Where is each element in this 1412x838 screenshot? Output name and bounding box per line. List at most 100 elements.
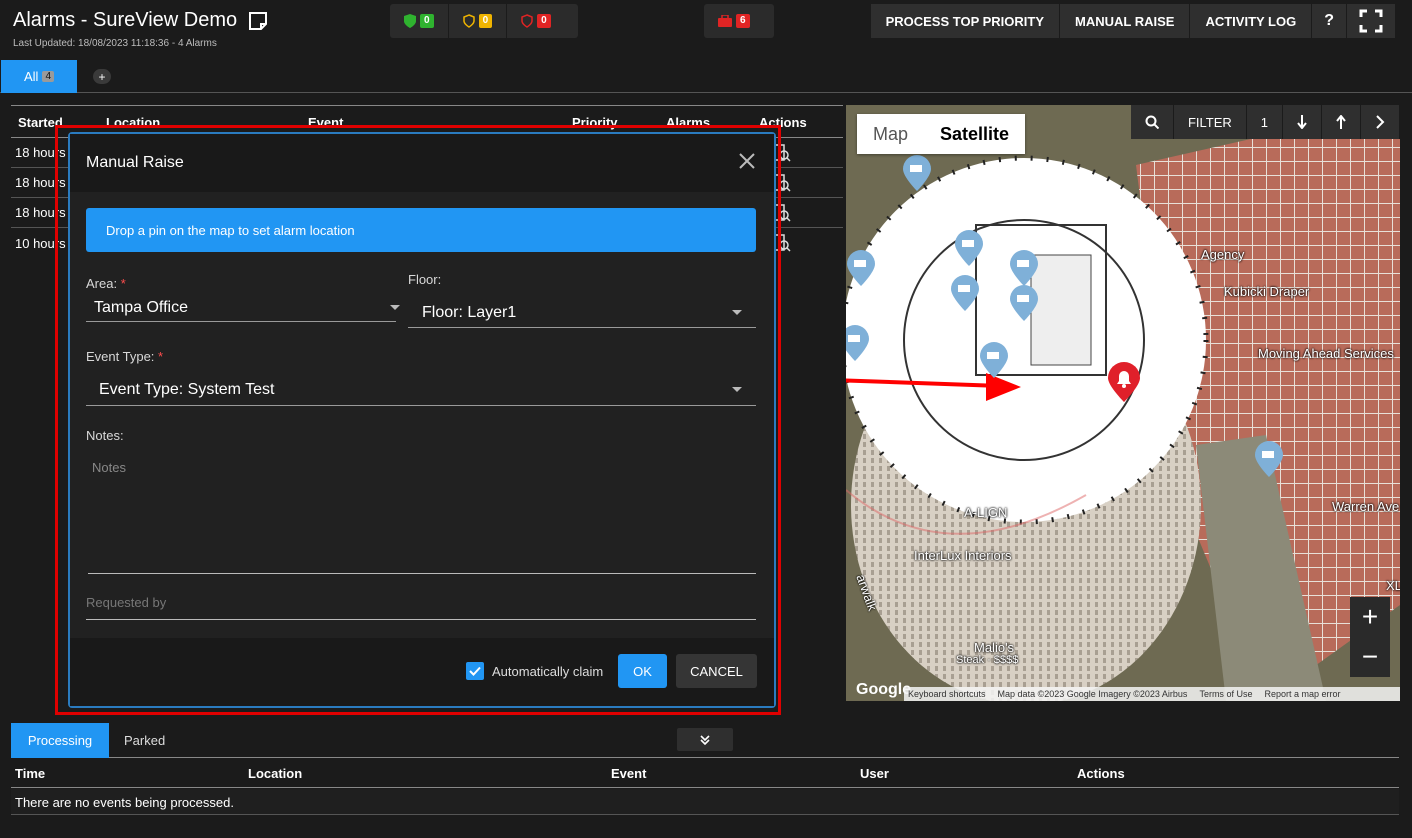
satellite-map[interactable]: Map Satellite FILTER 1 Agency Kubicki Dr…	[846, 105, 1400, 701]
pin-arrow	[846, 373, 1021, 401]
poi-label: Moving Ahead Services	[1258, 346, 1394, 361]
ok-button[interactable]: OK	[618, 654, 667, 688]
top-toolbar: PROCESS TOP PRIORITY MANUAL RAISE ACTIVI…	[870, 4, 1396, 38]
camera-pin-icon[interactable]	[846, 325, 870, 361]
alarm-count: 6	[736, 14, 750, 28]
camera-pin-icon[interactable]	[950, 275, 980, 311]
camera-pin-icon[interactable]	[846, 250, 876, 286]
col-actions: Actions	[1077, 766, 1125, 781]
pin-instruction-banner: Drop a pin on the map to set alarm locat…	[86, 208, 756, 252]
event-type-label: Event Type: *	[86, 349, 164, 364]
poi-label: Agency	[1201, 247, 1245, 262]
poi-label: XL	[1386, 578, 1400, 593]
alarm-tabs: All 4 +	[0, 60, 1412, 93]
search-icon	[1145, 115, 1159, 129]
camera-pin-icon[interactable]	[979, 342, 1009, 378]
poi-label: Warren Ave	[1332, 499, 1400, 514]
manual-raise-dialog: Manual Raise Drop a pin on the map to se…	[68, 132, 776, 708]
activity-log-button[interactable]: ACTIVITY LOG	[1190, 4, 1313, 38]
secure-status[interactable]: 0	[390, 4, 449, 38]
poi-label: Kubicki Draper	[1224, 284, 1310, 299]
floor-select[interactable]: Floor: Layer1	[408, 298, 756, 328]
floor-down-button[interactable]	[1283, 105, 1322, 139]
map-attribution: Keyboard shortcuts Map data ©2023 Google…	[904, 687, 1400, 701]
collapse-panel-button[interactable]	[677, 728, 733, 751]
notes-label: Notes:	[86, 428, 124, 443]
auto-claim-checkbox[interactable]: Automatically claim	[466, 662, 603, 680]
fullscreen-button[interactable]	[1347, 4, 1396, 38]
tab-all[interactable]: All 4	[1, 60, 77, 93]
camera-pin-icon[interactable]	[1009, 250, 1039, 286]
floor-value: Floor: Layer1	[422, 303, 517, 321]
chevron-down-icon	[732, 310, 742, 315]
poi-label: Steak · $$$$	[956, 654, 1019, 666]
shield-green-icon	[404, 14, 416, 28]
cancel-button[interactable]: CANCEL	[676, 654, 757, 688]
notes-textarea[interactable]: Notes	[88, 452, 756, 574]
alarm-pin-icon[interactable]	[1106, 362, 1142, 402]
col-user: User	[860, 766, 889, 781]
app-title: Alarms - SureView Demo	[13, 9, 269, 32]
terms-link[interactable]: Terms of Use	[1199, 689, 1252, 699]
col-time: Time	[15, 766, 46, 781]
requested-by-input[interactable]: Requested by	[86, 586, 756, 620]
map-next-button[interactable]	[1361, 105, 1400, 139]
camera-pin-icon[interactable]	[954, 230, 984, 266]
map-toolbar: FILTER 1	[1130, 105, 1400, 139]
area-value: Tampa Office	[94, 298, 188, 316]
dialog-title: Manual Raise	[70, 134, 774, 192]
map-type-satellite[interactable]: Satellite	[924, 114, 1025, 154]
keyboard-shortcuts-link[interactable]: Keyboard shortcuts	[908, 689, 986, 699]
tab-parked[interactable]: Parked	[124, 733, 165, 748]
floor-up-button[interactable]	[1322, 105, 1361, 139]
processing-table-header: Time Location Event User Actions	[11, 760, 1399, 788]
tab-all-count: 4	[42, 71, 54, 82]
page-title: Alarms - SureView Demo	[13, 9, 238, 31]
help-button[interactable]: ?	[1312, 4, 1347, 38]
last-updated-text: Last Updated: 18/08/2023 11:18:36 - 4 Al…	[13, 38, 217, 49]
area-select[interactable]: Tampa Office	[86, 294, 400, 322]
chevron-right-icon	[1376, 115, 1385, 129]
camera-pin-icon[interactable]	[1254, 441, 1284, 477]
camera-pin-icon[interactable]	[902, 155, 932, 191]
processing-tabs: Processing Parked	[11, 723, 1399, 758]
map-type-toggle: Map Satellite	[857, 114, 1026, 154]
map-type-map[interactable]: Map	[857, 114, 924, 154]
manual-raise-button[interactable]: MANUAL RAISE	[1060, 4, 1191, 38]
map-filter-button[interactable]: FILTER	[1173, 105, 1247, 139]
process-top-priority-button[interactable]: PROCESS TOP PRIORITY	[870, 4, 1061, 38]
camera-pin-icon[interactable]	[1009, 285, 1039, 321]
col-location: Location	[248, 766, 303, 781]
checkbox-checked-icon	[466, 662, 484, 680]
status-summary: 0 0 0	[390, 4, 578, 38]
col-event: Event	[611, 766, 647, 781]
report-error-link[interactable]: Report a map error	[1264, 689, 1340, 699]
alarm-counter[interactable]: 6	[704, 4, 774, 38]
event-type-select[interactable]: Event Type: System Test	[86, 374, 756, 406]
close-icon[interactable]	[738, 152, 756, 170]
arrow-up-icon	[1336, 115, 1346, 129]
dialog-footer: Automatically claim OK CANCEL	[70, 638, 774, 706]
secure-count: 0	[420, 14, 434, 28]
floor-label: Floor:	[408, 272, 442, 287]
danger-status[interactable]: 0	[507, 4, 565, 38]
shield-warning-icon	[462, 14, 475, 28]
shield-danger-icon	[521, 14, 533, 28]
double-chevron-down-icon	[700, 734, 710, 745]
map-filter-count: 1	[1246, 105, 1283, 139]
empty-state-text: There are no events being processed.	[11, 789, 1399, 815]
poi-label: InterLux Interiors	[914, 548, 1012, 563]
event-type-value: Event Type: System Test	[99, 380, 275, 398]
area-label: Area: *	[86, 276, 126, 291]
add-tab-button[interactable]: +	[93, 69, 111, 84]
sticky-note-icon[interactable]	[247, 10, 269, 32]
zoom-in-button[interactable]: +	[1350, 597, 1390, 637]
arrow-down-icon	[1297, 115, 1307, 129]
map-data-text: Map data ©2023 Google Imagery ©2023 Airb…	[997, 689, 1188, 699]
map-search-button[interactable]	[1130, 105, 1174, 139]
tab-all-label: All	[23, 69, 39, 84]
fullscreen-icon	[1359, 9, 1383, 33]
tab-processing[interactable]: Processing	[11, 723, 109, 758]
warning-status[interactable]: 0	[449, 4, 508, 38]
zoom-out-button[interactable]: −	[1350, 637, 1390, 677]
